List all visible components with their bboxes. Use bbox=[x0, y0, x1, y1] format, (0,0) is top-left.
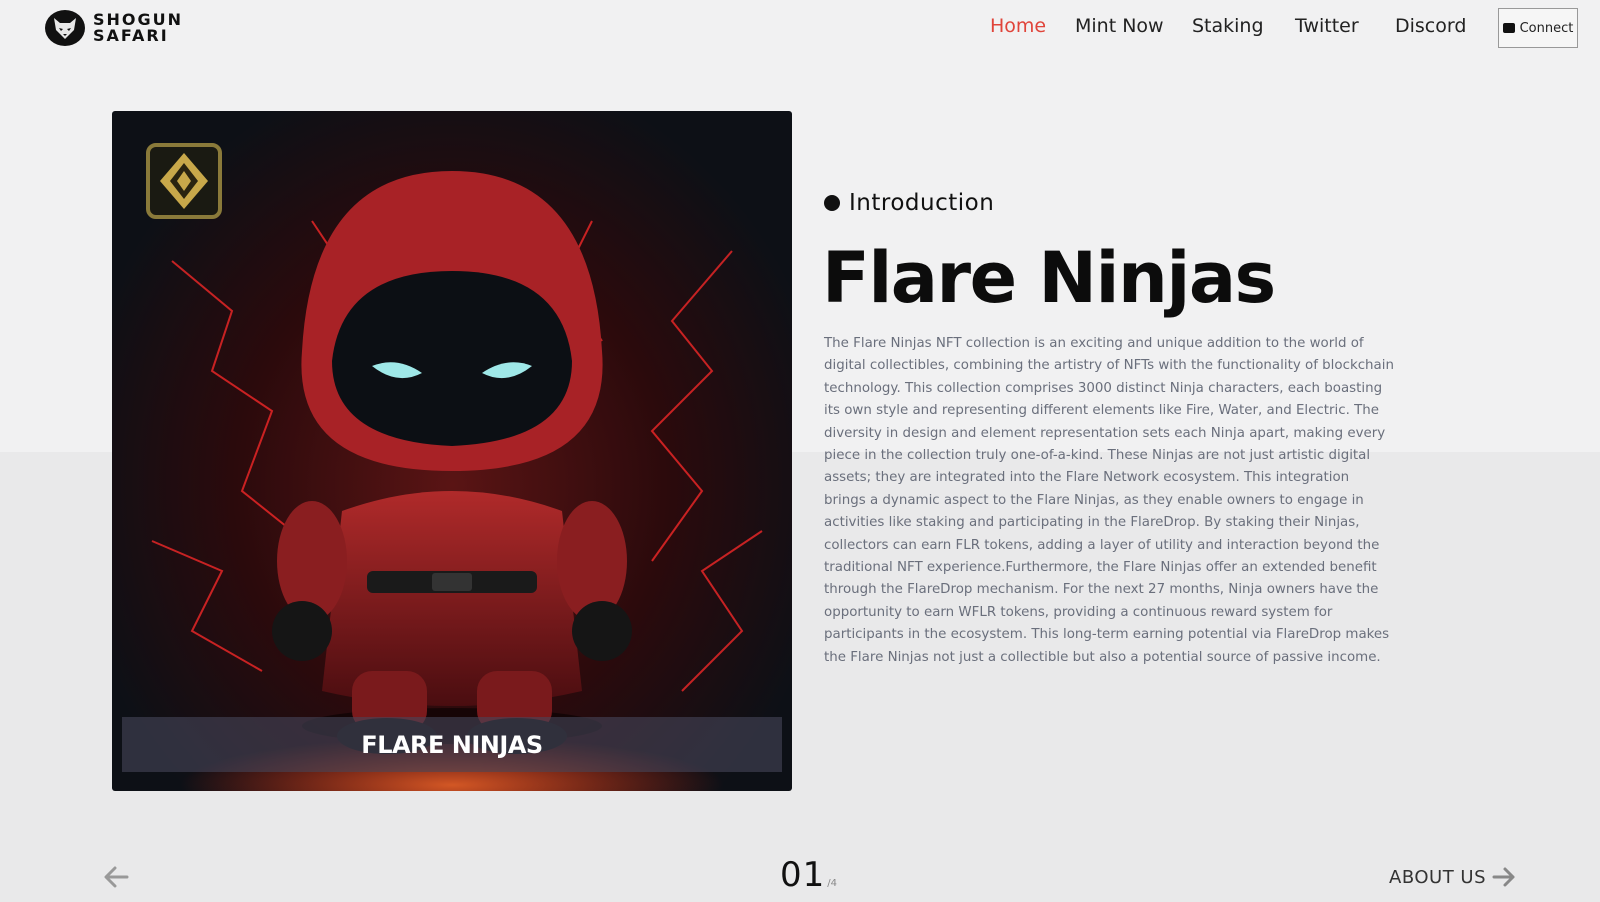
bullet-dot-icon bbox=[824, 195, 840, 211]
collection-description: The Flare Ninjas NFT collection is an ex… bbox=[824, 336, 1394, 665]
hero-caption: FLARE NINJAS bbox=[361, 730, 543, 759]
total-slides: /4 bbox=[827, 878, 837, 889]
nav-twitter[interactable]: Twitter bbox=[1295, 15, 1359, 37]
nav-staking[interactable]: Staking bbox=[1192, 15, 1264, 37]
connect-button[interactable]: Connect bbox=[1498, 8, 1578, 48]
about-us-link[interactable]: ABOUT US bbox=[1389, 866, 1516, 888]
page-title: Flare Ninjas bbox=[822, 237, 1276, 319]
hero-caption-bar: FLARE NINJAS bbox=[122, 717, 782, 772]
next-arrow-icon bbox=[1492, 867, 1515, 887]
slide-counter: 01 /4 bbox=[780, 855, 837, 895]
hero-image: FLARE NINJAS bbox=[112, 111, 792, 791]
diamond-emblem-icon bbox=[144, 141, 224, 221]
main-nav: Home Mint Now Staking Twitter Discord bbox=[0, 15, 1600, 45]
connect-label: Connect bbox=[1519, 20, 1574, 36]
prev-arrow-icon[interactable] bbox=[103, 865, 129, 889]
section-eyebrow: Introduction bbox=[824, 190, 994, 216]
header: SHOGUN SAFARI Home Mint Now Staking Twit… bbox=[0, 0, 1600, 60]
nav-home[interactable]: Home bbox=[990, 15, 1046, 37]
current-slide: 01 bbox=[780, 855, 826, 895]
nav-mint-now[interactable]: Mint Now bbox=[1075, 15, 1164, 37]
eyebrow-text: Introduction bbox=[849, 190, 995, 216]
about-us-label: ABOUT US bbox=[1389, 866, 1487, 888]
nav-discord[interactable]: Discord bbox=[1395, 15, 1466, 37]
wallet-icon bbox=[1502, 23, 1515, 33]
